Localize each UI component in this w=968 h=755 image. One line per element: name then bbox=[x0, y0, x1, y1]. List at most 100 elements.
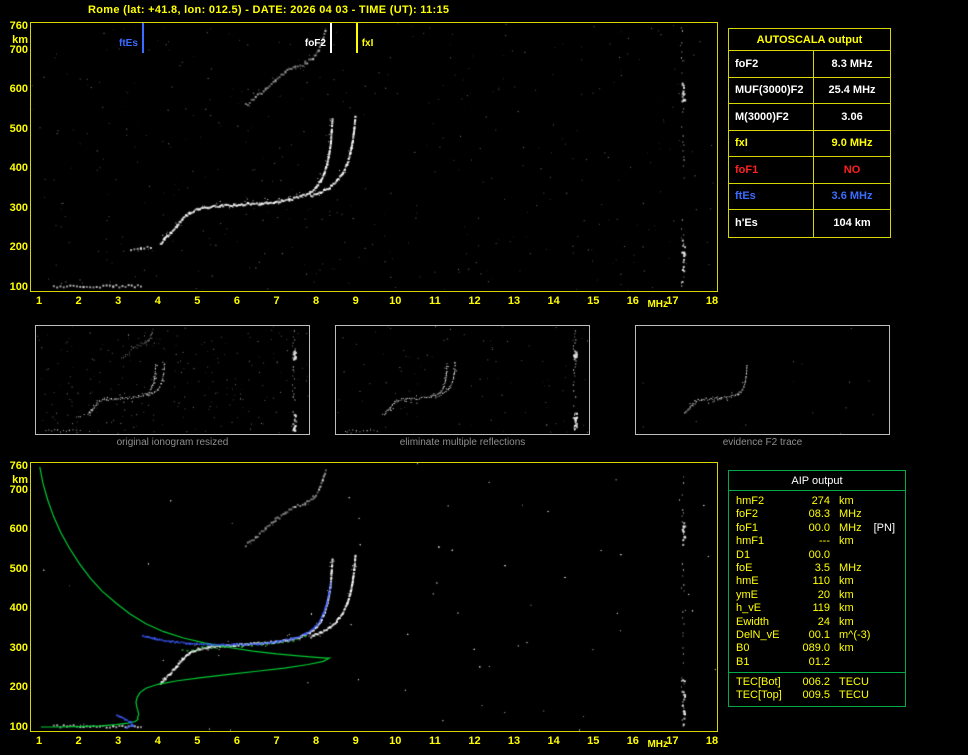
aip-param-value: 00.0 bbox=[808, 548, 830, 561]
aip-row-TEC[Top]: TEC[Top] 009.5 TECU bbox=[729, 689, 905, 702]
marker-line-foF2 bbox=[329, 23, 332, 53]
x-axis-tick: 18 bbox=[705, 295, 719, 307]
autoscala-row-M(3000)F2: M(3000)F2 3.06 bbox=[729, 104, 890, 131]
aip-row-hmF1: hmF1 --- km bbox=[729, 535, 905, 548]
aip-param-label: foF2 bbox=[736, 508, 759, 521]
autoscala-param-value: 8.3 MHz bbox=[831, 57, 873, 70]
aip-param-unit: m^(-3) bbox=[839, 628, 871, 641]
aip-tec-separator bbox=[729, 672, 905, 674]
x-axis-tick: 13 bbox=[507, 295, 521, 307]
aip-param-label: B1 bbox=[736, 655, 750, 668]
x-axis-tick: 9 bbox=[352, 295, 359, 307]
aip-row-Ewidth: Ewidth 24 km bbox=[729, 616, 905, 629]
y-axis-tick: 600 bbox=[9, 523, 28, 536]
page-title: Rome (lat: +41.8, lon: 012.5) - DATE: 20… bbox=[88, 4, 450, 16]
x-axis-tick: 8 bbox=[313, 735, 320, 747]
x-axis-tick: 7 bbox=[273, 295, 280, 307]
aip-param-value: 00.1 bbox=[808, 628, 830, 641]
x-axis-tick: 18 bbox=[705, 735, 719, 747]
aip-param-unit: km bbox=[839, 495, 854, 507]
aip-param-value: 006.2 bbox=[802, 676, 830, 689]
y-axis-tick: 760 bbox=[9, 460, 28, 472]
y-axis-tick: 100 bbox=[9, 721, 28, 733]
aip-param-label: h_vE bbox=[736, 602, 762, 615]
x-axis-tick: 12 bbox=[468, 295, 481, 307]
x-axis-tick: 2 bbox=[75, 735, 82, 747]
profilogram-canvas bbox=[31, 463, 717, 731]
aip-param-value: 110 bbox=[812, 575, 830, 588]
thumbnail-caption-f2-trace: evidence F2 trace bbox=[722, 437, 803, 448]
x-axis-tick: 14 bbox=[547, 735, 560, 747]
aip-param-label: ymE bbox=[736, 588, 758, 601]
y-axis-unit: km bbox=[12, 34, 28, 46]
marker-label-ftEs: ftEs bbox=[119, 38, 138, 49]
aip-param-label: foF1 bbox=[736, 521, 759, 534]
x-axis-tick: 3 bbox=[115, 295, 122, 307]
autoscala-param-label: foF2 bbox=[729, 51, 814, 77]
autoscala-param-value: 3.6 MHz bbox=[831, 190, 873, 203]
autoscala-param-value: 104 km bbox=[833, 217, 871, 230]
x-axis-tick: 17 bbox=[666, 295, 679, 307]
aip-param-unit: km bbox=[839, 642, 854, 655]
x-axis-tick: 14 bbox=[547, 295, 560, 307]
aip-param-unit: MHz bbox=[839, 561, 862, 574]
aip-param-label: hmF2 bbox=[736, 495, 765, 507]
x-axis-unit: MHz bbox=[647, 299, 669, 310]
aip-row-D1: D1 00.0 bbox=[729, 549, 905, 562]
marker-line-fxI bbox=[355, 23, 358, 53]
aip-param-unit: km bbox=[839, 575, 854, 588]
aip-row-B0: B0 089.0 km bbox=[729, 642, 905, 655]
aip-row-foE: foE 3.5 MHz bbox=[729, 562, 905, 575]
aip-row-B1: B1 01.2 bbox=[729, 656, 905, 669]
aip-param-label: Ewidth bbox=[736, 615, 770, 628]
autoscala-param-value: 3.06 bbox=[841, 110, 863, 123]
aip-param-label: TEC[Top] bbox=[736, 689, 782, 702]
autoscala-param-label: foF1 bbox=[729, 157, 814, 183]
aip-param-value: 089.0 bbox=[802, 642, 830, 655]
x-axis-tick: 5 bbox=[194, 295, 201, 307]
aip-param-value: --- bbox=[819, 535, 830, 548]
autoscala-row-ftEs: ftEs 3.6 MHz bbox=[729, 183, 890, 210]
autoscala-title: AUTOSCALA output bbox=[729, 29, 890, 51]
aip-rows: hmF2 274 km foF2 08.3 MHz foF1 00.0 MHz [PN] hmF1 -… bbox=[729, 495, 905, 703]
y-axis-tick: 600 bbox=[9, 83, 28, 96]
marker-label-foF2: foF2 bbox=[304, 38, 326, 49]
ionogram-canvas bbox=[31, 23, 717, 291]
aip-param-value: 274 bbox=[811, 495, 830, 507]
thumbnail-f2-trace bbox=[635, 325, 890, 435]
autoscala-row-foF1: foF1 NO bbox=[729, 157, 890, 184]
x-axis-tick: 5 bbox=[194, 735, 201, 747]
y-axis-tick: 200 bbox=[9, 681, 28, 694]
x-axis-tick: 2 bbox=[75, 295, 82, 307]
x-axis-tick: 8 bbox=[313, 295, 320, 307]
thumbnail-canvas-f2-trace bbox=[636, 326, 889, 434]
x-axis-tick: 9 bbox=[352, 735, 359, 747]
autoscala-param-label: h'Es bbox=[729, 210, 814, 237]
profilogram-plot bbox=[30, 462, 718, 732]
y-axis-tick: 500 bbox=[9, 122, 28, 135]
autoscala-row-h'Es: h'Es 104 km bbox=[729, 210, 890, 237]
aip-param-unit: TECU bbox=[839, 689, 869, 702]
autoscala-param-label: MUF(3000)F2 bbox=[729, 77, 814, 103]
aip-param-unit: MHz bbox=[839, 521, 862, 534]
aip-param-label: DelN_vE bbox=[736, 628, 780, 641]
aip-param-value: 3.5 bbox=[814, 561, 830, 574]
aip-param-unit: km bbox=[839, 535, 854, 548]
thumbnail-original bbox=[35, 325, 310, 435]
autoscala-table: AUTOSCALA output foF2 8.3 MHz MUF(3000)F2 2… bbox=[728, 28, 891, 238]
aip-param-value: 009.5 bbox=[802, 689, 830, 702]
x-axis-tick: 1 bbox=[35, 735, 43, 747]
aip-title: AIP output bbox=[729, 471, 905, 491]
x-axis-tick: 6 bbox=[233, 295, 240, 307]
aip-row-foF2: foF2 08.3 MHz bbox=[729, 508, 905, 521]
x-axis-tick: 10 bbox=[389, 735, 402, 747]
autoscala-param-label: ftEs bbox=[729, 183, 814, 209]
aip-param-value: 20 bbox=[817, 588, 830, 601]
aip-param-label: hmE bbox=[736, 575, 759, 588]
y-axis-tick: 400 bbox=[9, 602, 28, 615]
x-axis-tick: 12 bbox=[468, 735, 481, 747]
aip-param-note: [PN] bbox=[873, 521, 896, 534]
aip-row-hmE: hmE 110 km bbox=[729, 575, 905, 588]
aip-row-TEC[Bot]: TEC[Bot] 006.2 TECU bbox=[729, 676, 905, 689]
y-axis-tick: 500 bbox=[9, 562, 28, 575]
